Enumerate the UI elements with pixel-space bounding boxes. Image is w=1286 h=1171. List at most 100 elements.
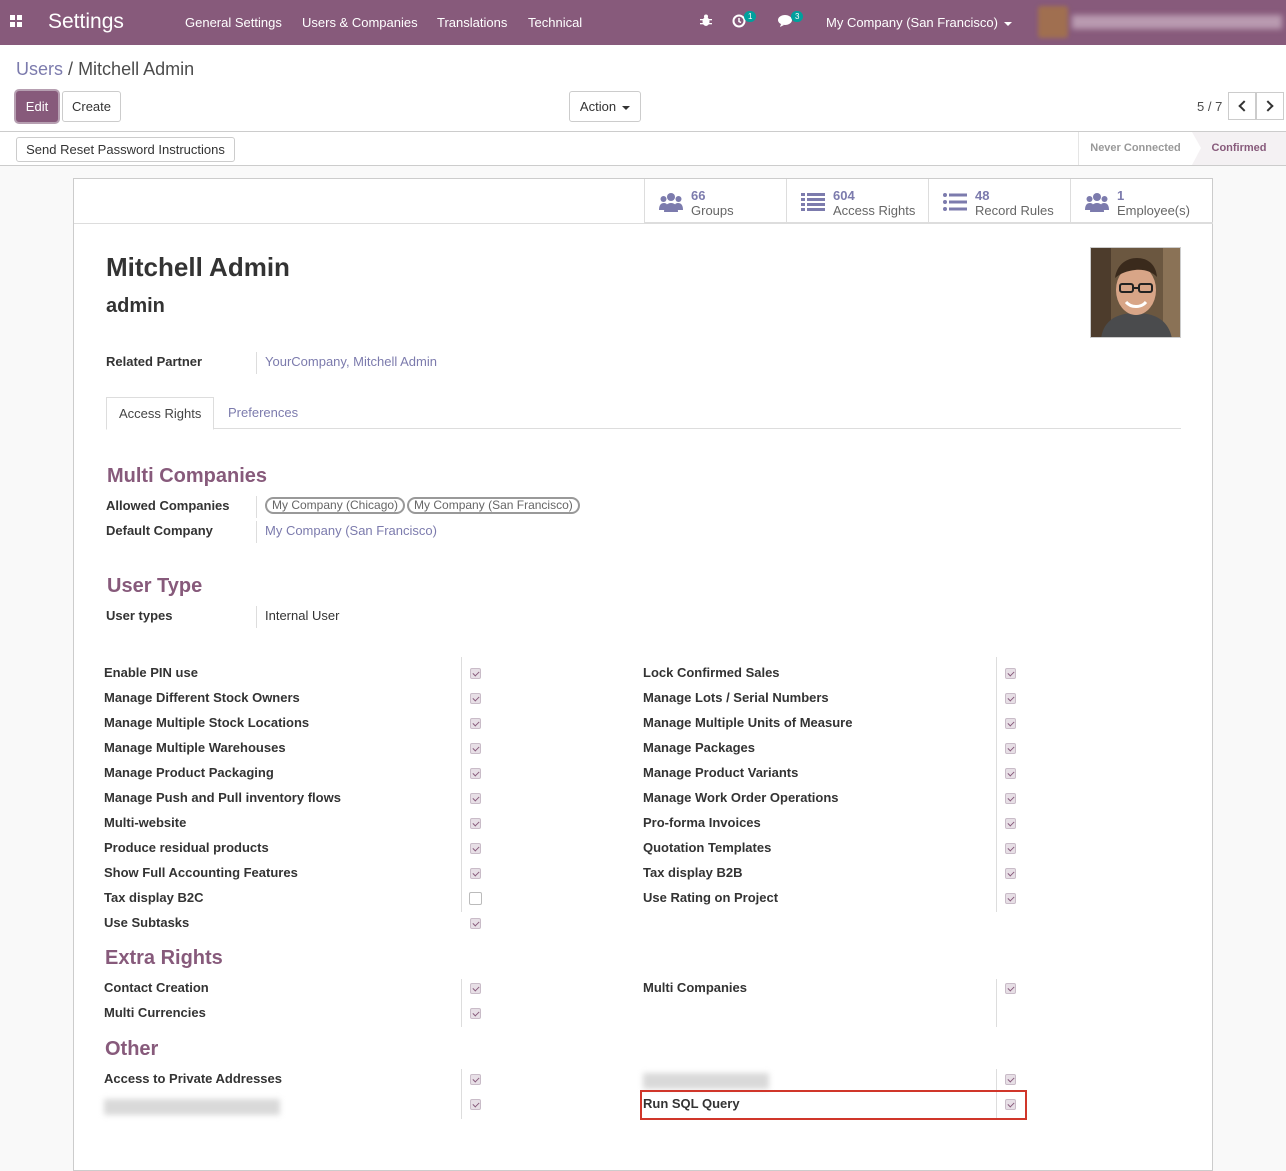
record-rules-smart-button[interactable]: 48 Record Rules xyxy=(928,179,1070,223)
menu-users-companies[interactable]: Users & Companies xyxy=(302,15,418,30)
pager-previous-button[interactable] xyxy=(1228,92,1256,120)
technical-setting-label: Manage Push and Pull inventory flows xyxy=(104,790,341,805)
extra-right-checkbox[interactable] xyxy=(470,983,481,994)
extra-right-label: Multi Companies xyxy=(643,980,748,995)
technical-setting-label: Lock Confirmed Sales xyxy=(643,665,780,680)
users-icon xyxy=(659,193,683,212)
allowed-companies-tags[interactable]: My Company (Chicago) My Company (San Fran… xyxy=(265,497,582,514)
extra-right-label: Contact Creation xyxy=(104,980,209,995)
breadcrumb-users-link[interactable]: Users xyxy=(16,59,63,79)
create-button[interactable]: Create xyxy=(62,91,121,122)
stage-arrow xyxy=(1192,132,1201,165)
access-rights-smart-button[interactable]: 604 Access Rights xyxy=(786,179,928,223)
send-reset-password-button[interactable]: Send Reset Password Instructions xyxy=(16,137,235,162)
technical-setting-label: Manage Multiple Stock Locations xyxy=(104,715,310,730)
extra-right-checkbox[interactable] xyxy=(470,1008,481,1019)
technical-setting-checkbox[interactable] xyxy=(470,743,481,754)
list-ul-icon xyxy=(943,193,967,211)
pager-next-button[interactable] xyxy=(1256,92,1284,120)
technical-setting-checkbox[interactable] xyxy=(469,892,482,905)
menu-translations[interactable]: Translations xyxy=(437,15,507,30)
technical-setting-checkbox[interactable] xyxy=(1005,768,1016,779)
company-switcher[interactable]: My Company (San Francisco) xyxy=(826,15,1012,30)
other-right-checkbox[interactable] xyxy=(470,1074,481,1085)
related-partner-link[interactable]: YourCompany, Mitchell Admin xyxy=(265,354,437,369)
menu-general-settings[interactable]: General Settings xyxy=(185,15,282,30)
activity-clock-icon[interactable]: 1 xyxy=(732,11,757,31)
activity-badge: 1 xyxy=(744,11,757,22)
employees-smart-button[interactable]: 1 Employee(s) xyxy=(1070,179,1213,223)
technical-setting-label: Manage Multiple Warehouses xyxy=(104,740,286,755)
groups-smart-button[interactable]: 66 Groups xyxy=(644,179,786,223)
company-tag[interactable]: My Company (San Francisco) xyxy=(407,497,580,514)
technical-setting-label: Manage Product Variants xyxy=(643,765,799,780)
technical-setting-checkbox[interactable] xyxy=(1005,868,1016,879)
technical-setting-label: Tax display B2B xyxy=(643,865,743,880)
extra-right-checkbox[interactable] xyxy=(1005,983,1016,994)
stage-confirmed: Confirmed xyxy=(1192,132,1286,165)
user-types-label: User types xyxy=(106,608,173,623)
employees-count: 1 xyxy=(1117,188,1125,203)
users-icon xyxy=(1085,193,1109,212)
tab-access-rights[interactable]: Access Rights xyxy=(106,397,215,430)
other-right-checkbox[interactable] xyxy=(1005,1074,1016,1085)
stage-never-connected: Never Connected xyxy=(1078,132,1192,165)
technical-setting-checkbox[interactable] xyxy=(1005,668,1016,679)
technical-setting-checkbox[interactable] xyxy=(470,818,481,829)
messages-chat-icon[interactable]: 3 xyxy=(778,11,804,30)
action-dropdown[interactable]: Action xyxy=(569,91,641,122)
edit-button[interactable]: Edit xyxy=(16,91,58,122)
pager-value[interactable]: 5 / 7 xyxy=(1197,99,1222,114)
user-menu[interactable] xyxy=(1038,6,1286,38)
breadcrumb-current: Mitchell Admin xyxy=(78,59,195,79)
control-panel: Users / Mitchell Admin Edit Create Actio… xyxy=(0,45,1286,132)
app-brand[interactable]: Settings xyxy=(48,10,124,34)
technical-setting-checkbox[interactable] xyxy=(470,868,481,879)
technical-setting-checkbox[interactable] xyxy=(1005,693,1016,704)
notebook-tabs: Access Rights Preferences xyxy=(106,397,1181,430)
divider xyxy=(461,657,462,912)
technical-setting-checkbox[interactable] xyxy=(470,918,481,929)
technical-setting-checkbox[interactable] xyxy=(1005,793,1016,804)
record-rules-count: 48 xyxy=(975,188,990,203)
chevron-down-icon xyxy=(622,105,631,110)
section-extra-rights: Extra Rights xyxy=(105,947,223,969)
technical-setting-checkbox[interactable] xyxy=(1005,818,1016,829)
menu-technical[interactable]: Technical xyxy=(528,15,582,30)
technical-setting-checkbox[interactable] xyxy=(470,718,481,729)
technical-setting-checkbox[interactable] xyxy=(1005,893,1016,904)
avatar xyxy=(1038,6,1068,38)
technical-setting-label: Show Full Accounting Features xyxy=(104,865,298,880)
user-photo[interactable] xyxy=(1090,247,1181,338)
technical-setting-checkbox[interactable] xyxy=(470,668,481,679)
technical-setting-label: Multi-website xyxy=(104,815,187,830)
divider xyxy=(256,521,257,543)
apps-menu-icon[interactable] xyxy=(10,15,24,29)
messages-badge: 3 xyxy=(791,11,804,22)
redacted-label xyxy=(104,1099,280,1115)
technical-setting-checkbox[interactable] xyxy=(1005,743,1016,754)
technical-setting-checkbox[interactable] xyxy=(1005,843,1016,854)
employees-label: Employee(s) xyxy=(1117,203,1190,218)
debug-bug-icon[interactable] xyxy=(700,14,712,30)
other-right-checkbox[interactable] xyxy=(470,1099,481,1110)
default-company-link[interactable]: My Company (San Francisco) xyxy=(265,523,437,538)
section-other: Other xyxy=(105,1038,159,1060)
user-login[interactable]: admin xyxy=(106,295,165,318)
user-name[interactable]: Mitchell Admin xyxy=(106,252,290,283)
breadcrumb-separator: / xyxy=(68,59,74,79)
divider xyxy=(74,223,1213,224)
technical-setting-checkbox[interactable] xyxy=(470,843,481,854)
technical-setting-checkbox[interactable] xyxy=(1005,718,1016,729)
company-tag[interactable]: My Company (Chicago) xyxy=(265,497,406,514)
chevron-left-icon xyxy=(1238,100,1250,112)
technical-setting-label: Manage Multiple Units of Measure xyxy=(643,715,853,730)
related-partner-label: Related Partner xyxy=(106,354,203,369)
tab-preferences[interactable]: Preferences xyxy=(216,397,310,430)
technical-setting-checkbox[interactable] xyxy=(470,793,481,804)
divider xyxy=(461,979,462,1027)
technical-setting-label: Tax display B2C xyxy=(104,890,204,905)
technical-setting-checkbox[interactable] xyxy=(470,768,481,779)
user-types-value[interactable]: Internal User xyxy=(265,608,339,623)
technical-setting-checkbox[interactable] xyxy=(470,693,481,704)
